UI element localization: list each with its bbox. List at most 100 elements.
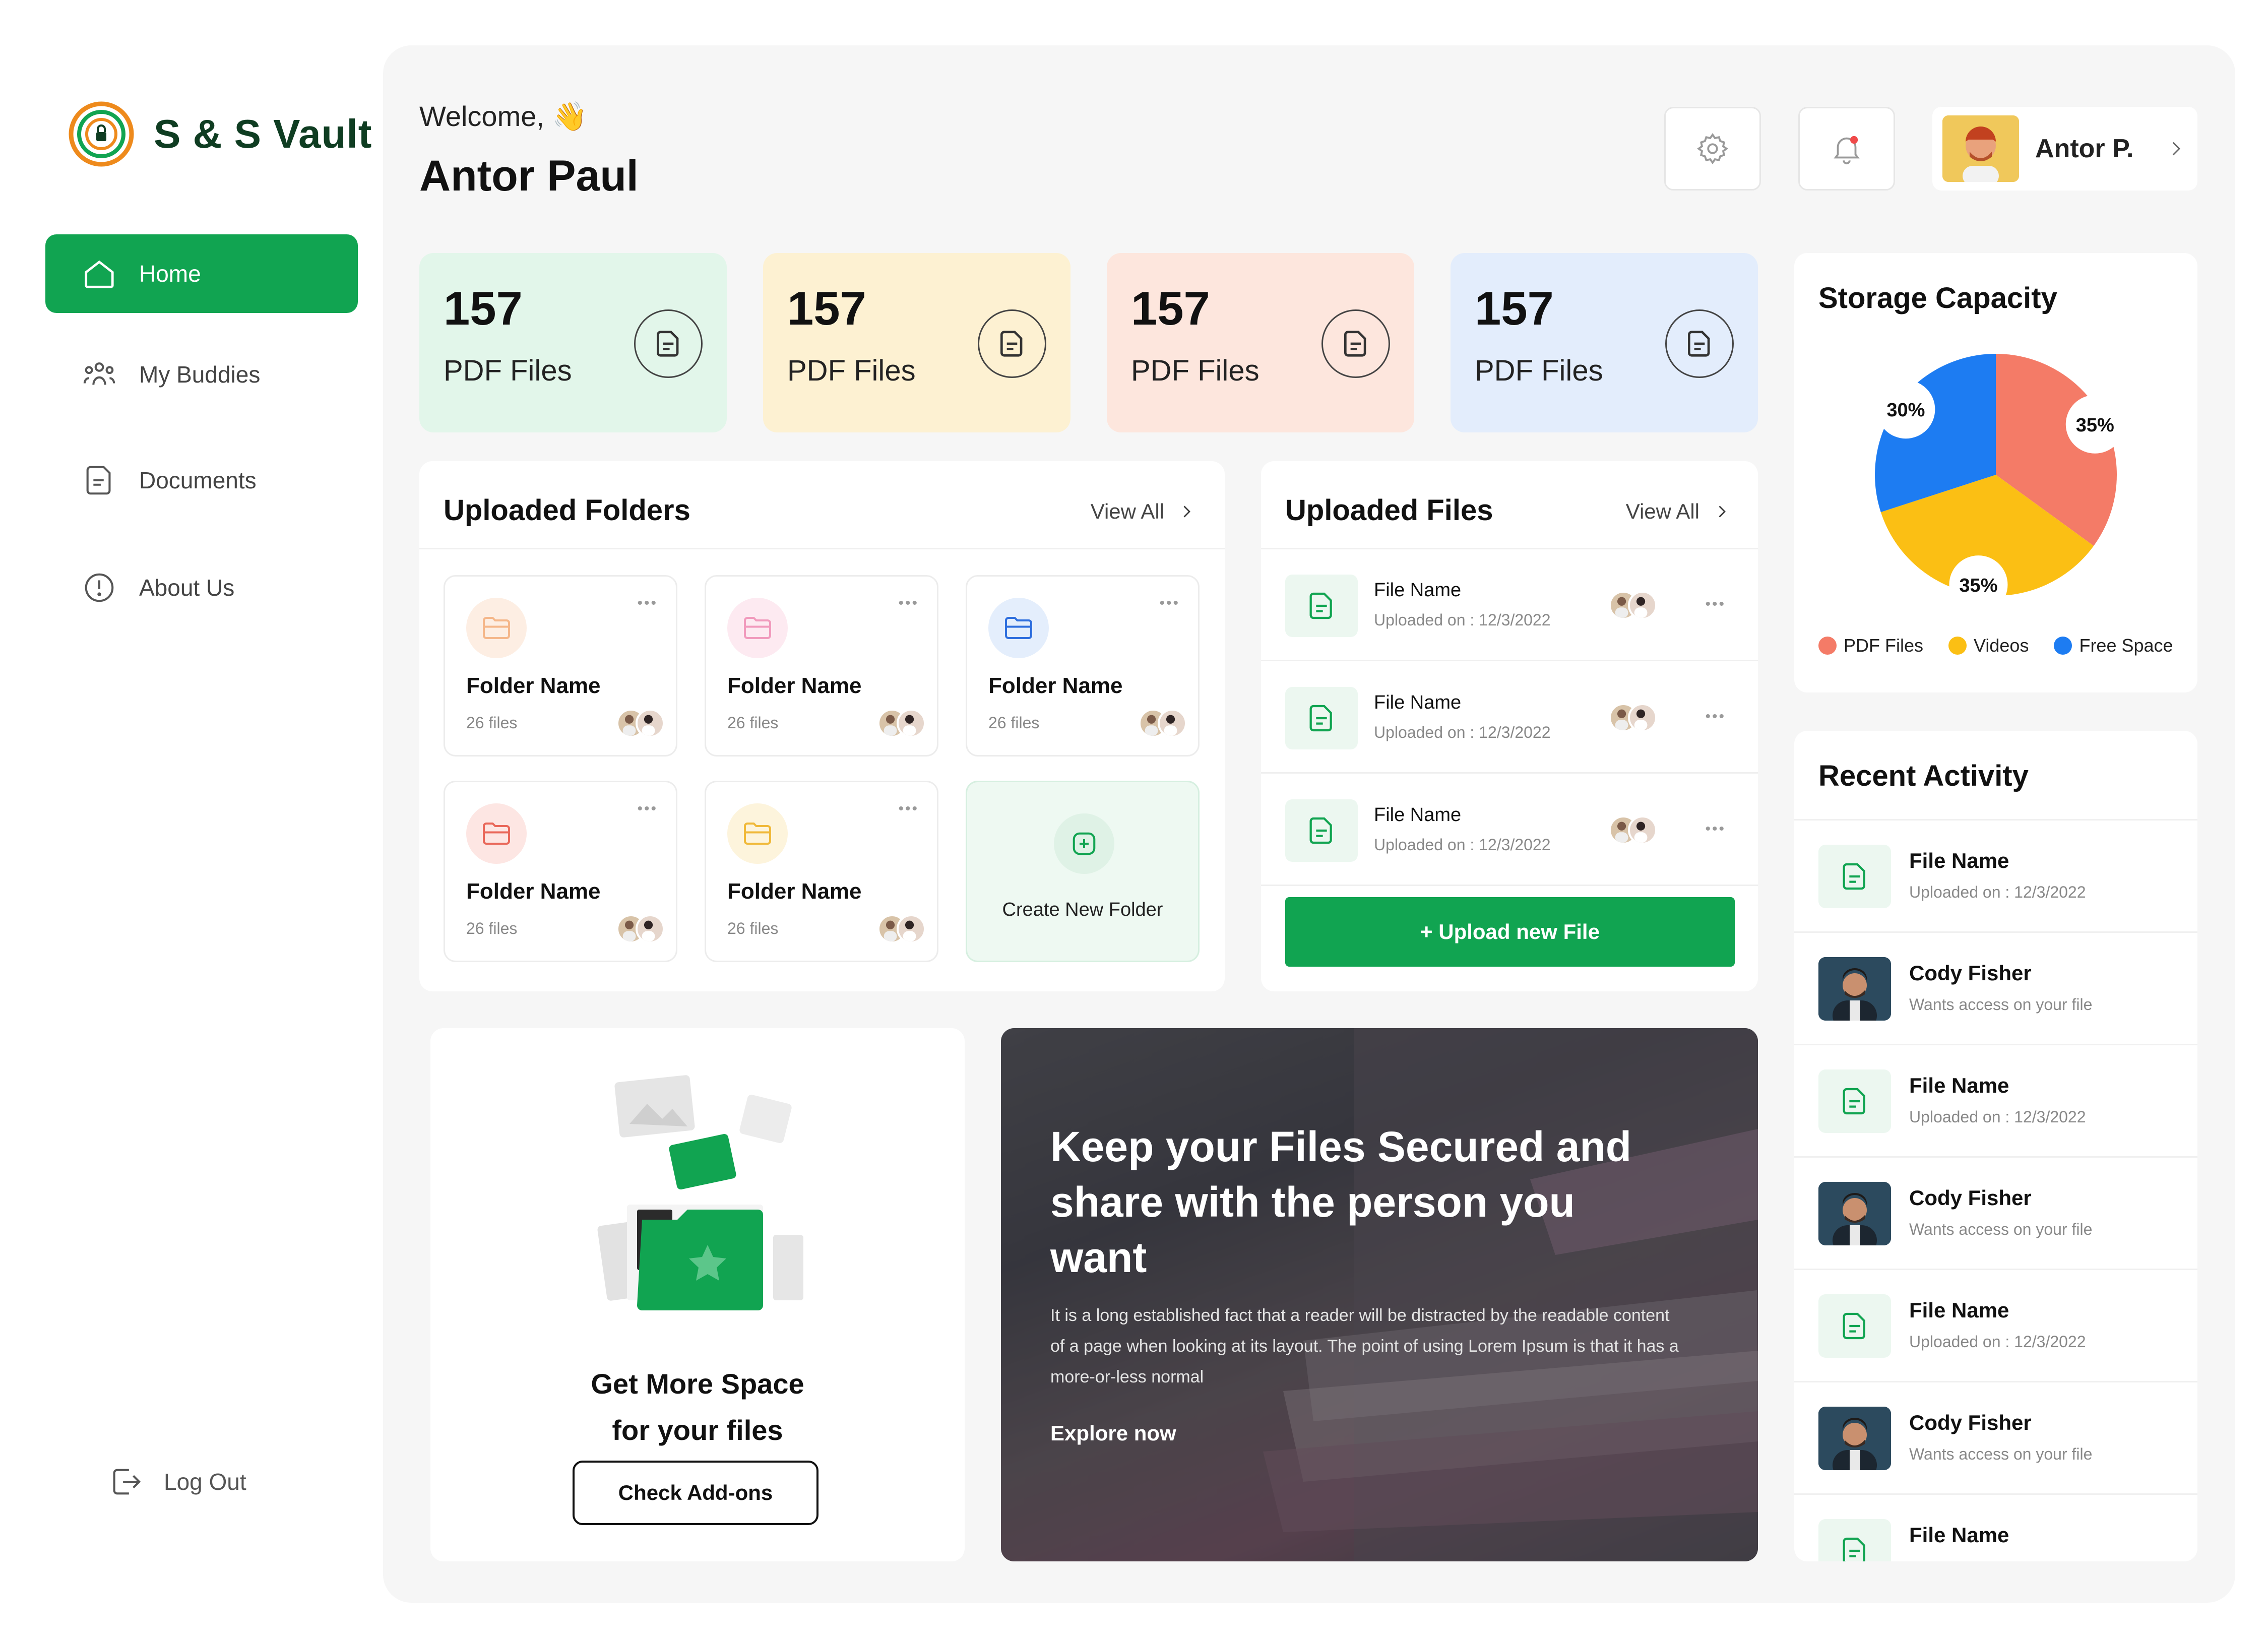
shared-avatars [877,709,926,738]
folder-count: 26 files [466,714,518,732]
activity-title: Cody Fisher [1909,961,2032,985]
file-row[interactable]: File Name Uploaded on : 12/3/2022 ••• [1261,774,1758,886]
legend-label: Free Space [2079,635,2173,656]
more-options-icon[interactable]: ••• [1705,596,1726,613]
folder-card[interactable]: ••• Folder Name 26 files [444,781,677,962]
chevron-right-icon [1183,506,1190,518]
panel-title: Storage Capacity [1818,282,2057,314]
upload-new-file-button[interactable]: + Upload new File [1285,897,1735,967]
stat-card-pdf-4[interactable]: 157 PDF Files [1451,253,1758,432]
folder-name: Folder Name [466,673,601,698]
more-options-icon[interactable]: ••• [1159,595,1180,612]
file-icon [1818,1519,1891,1561]
more-options-icon[interactable]: ••• [637,800,658,817]
explore-now-link[interactable]: Explore now [1050,1421,1176,1445]
avatar [1818,1182,1891,1245]
folder-name: Folder Name [466,879,601,904]
file-icon [1818,1069,1891,1133]
activity-access-request-item[interactable]: Cody Fisher Wants access on your file [1794,931,2197,1044]
folder-count: 26 files [466,919,518,937]
activity-file-item[interactable]: File Name Uploaded on : 12/3/2022 [1794,1269,2197,1381]
pdf-file-icon [978,309,1046,378]
folder-card[interactable]: ••• Folder Name 26 files [705,781,938,962]
folder-icon [466,803,527,864]
chart-legend: PDF Files Videos Free Space [1818,635,2173,656]
profile-menu[interactable]: Antor P. [1932,107,2197,191]
file-name: File Name [1374,692,1462,713]
avatar [636,914,665,943]
activity-access-request-item[interactable]: Cody Fisher Wants access on your file [1794,1381,2197,1494]
notifications-button[interactable] [1798,107,1895,191]
folder-count: 26 files [988,714,1040,732]
file-row[interactable]: File Name Uploaded on : 12/3/2022 ••• [1261,662,1758,774]
pie-label: 30% [1876,380,1935,439]
settings-button[interactable] [1664,107,1761,191]
brand-name: S & S Vault [154,111,372,156]
uploaded-folders-panel: Uploaded Folders View All ••• Folder Nam… [419,461,1225,991]
stat-card-pdf-2[interactable]: 157 PDF Files [763,253,1070,432]
panel-title: Uploaded Files [1285,494,1493,527]
legend-label: Videos [1974,635,2029,656]
activity-title: File Name [1909,1298,2009,1322]
folder-card[interactable]: ••• Folder Name 26 files [444,575,677,757]
more-options-icon[interactable]: ••• [1705,708,1726,725]
panel-title: Recent Activity [1818,760,2029,792]
avatar [1628,703,1657,732]
pie-label: 35% [1949,555,2008,614]
avatar [1818,1407,1891,1470]
sidebar-item-about-us[interactable]: About Us [45,548,358,627]
pie-label-text: 35% [2076,415,2114,436]
more-options-icon[interactable]: ••• [637,595,658,612]
shared-avatars [1139,709,1187,738]
folders-view-all-link[interactable]: View All [1091,499,1195,524]
activity-file-item[interactable]: File Name Uploaded on : 12/3/2022 [1794,819,2197,932]
stat-card-pdf-3[interactable]: 157 PDF Files [1107,253,1414,432]
more-options-icon[interactable]: ••• [898,595,919,612]
pdf-file-icon [634,309,703,378]
folder-name: Folder Name [988,673,1123,698]
folder-card[interactable]: ••• Folder Name 26 files [966,575,1200,757]
sidebar-item-documents[interactable]: Documents [45,441,358,520]
pdf-file-icon [1665,309,1734,378]
brand-logo[interactable]: S & S Vault [68,101,372,167]
logout-button[interactable]: Log Out [108,1464,246,1499]
shared-avatars [877,914,926,943]
more-options-icon[interactable]: ••• [1705,821,1726,838]
legend-item-free-space: Free Space [2054,635,2173,656]
activity-access-request-item[interactable]: Cody Fisher Wants access on your file [1794,1156,2197,1269]
more-options-icon[interactable]: ••• [898,800,919,817]
avatar [1158,709,1187,738]
shared-avatars [1609,703,1657,732]
activity-subtitle: Uploaded on : 12/3/2022 [1909,1108,2086,1126]
folder-icon [466,598,527,658]
file-row[interactable]: File Name Uploaded on : 12/3/2022 ••• [1261,549,1758,661]
legend-label: PDF Files [1844,635,1924,656]
chevron-right-icon [1719,506,1726,518]
check-addons-button[interactable]: Check Add-ons [573,1461,818,1525]
bell-icon [1834,136,1860,165]
file-icon [1285,799,1358,862]
file-icon [1818,845,1891,908]
sidebar-item-home[interactable]: Home [45,234,358,313]
activity-title: File Name [1909,1074,2009,1097]
activity-subtitle: Wants access on your file [1909,1220,2093,1238]
shared-avatars [1609,591,1657,620]
file-date: Uploaded on : 12/3/2022 [1374,836,1551,854]
stat-card-pdf-1[interactable]: 157 PDF Files [419,253,727,432]
files-view-all-link[interactable]: View All [1626,499,1731,524]
activity-file-item[interactable]: File Name [1794,1493,2197,1561]
legend-item-pdf: PDF Files [1818,635,1923,656]
folder-icon [988,598,1049,658]
folder-card[interactable]: ••• Folder Name 26 files [705,575,938,757]
avatar [1628,815,1657,845]
pie-label: 35% [2065,395,2124,454]
activity-file-item[interactable]: File Name Uploaded on : 12/3/2022 [1794,1044,2197,1157]
create-new-folder-button[interactable]: Create New Folder [966,781,1200,962]
legend-item-videos: Videos [1948,635,2029,656]
promo-title-line: for your files [612,1414,783,1446]
page-title: Antor Paul [419,152,639,200]
promo-title-line: Get More Space [591,1368,804,1400]
sidebar-item-my-buddies[interactable]: My Buddies [45,335,358,414]
file-name: File Name [1374,804,1462,826]
avatar [1818,957,1891,1021]
